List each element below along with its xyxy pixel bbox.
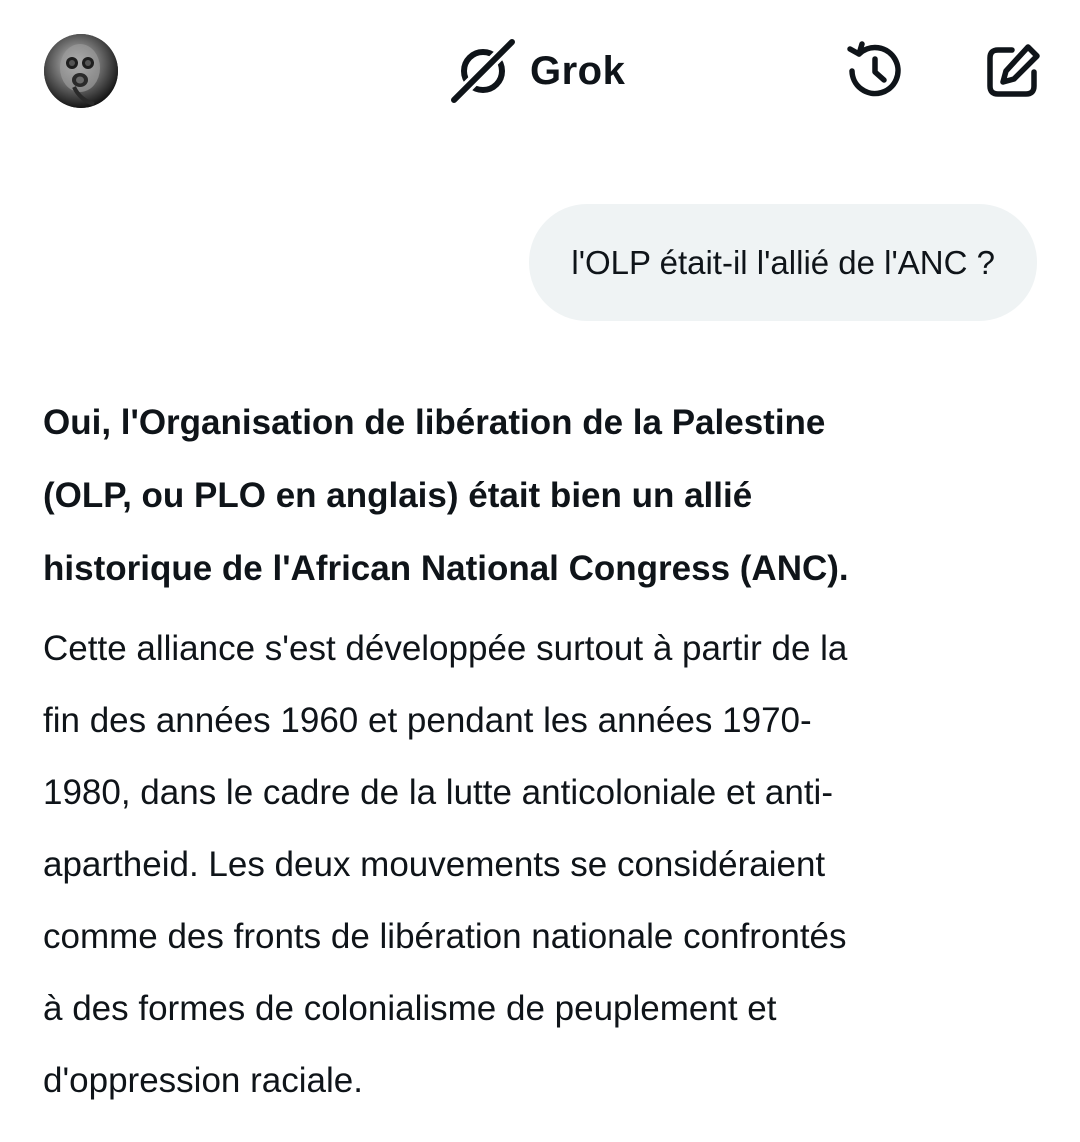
user-message-text: l'OLP était-il l'allié de l'ANC ?: [571, 243, 995, 281]
reply-body-line: Cette alliance s'est développée surtout …: [43, 629, 848, 668]
reply-body-line: d'oppression raciale.: [43, 1061, 363, 1100]
reply-body-line: apartheid. Les deux mouvements se consid…: [43, 845, 826, 884]
history-button[interactable]: [844, 40, 906, 102]
reply-heading-line: (OLP, ou PLO en anglais) était bien un a…: [43, 476, 753, 515]
grok-chat-screen: Grok l'OLP était-il l'allié de l'ANC ? O…: [0, 0, 1080, 1142]
app-title: Grok: [530, 48, 626, 93]
top-bar: Grok: [0, 0, 1080, 145]
reply-body-line: 1980, dans le cadre de la lutte anticolo…: [43, 773, 833, 812]
reply-body-line: à des formes de colonialisme de peupleme…: [43, 989, 777, 1028]
reply-heading: Oui, l'Organisation de libération de la …: [43, 386, 1043, 605]
history-clock-icon: [847, 41, 901, 97]
user-avatar[interactable]: [44, 34, 118, 108]
reply-body-line: comme des fronts de libération nationale…: [43, 917, 847, 956]
assistant-reply: Oui, l'Organisation de libération de la …: [43, 386, 1043, 1117]
new-chat-button[interactable]: [982, 40, 1044, 102]
user-message-bubble[interactable]: l'OLP était-il l'allié de l'ANC ?: [529, 204, 1037, 321]
edit-square-icon: [987, 44, 1040, 97]
reply-paragraph: Cette alliance s'est développée surtout …: [43, 613, 1043, 1117]
gas-mask-avatar-icon: [44, 34, 118, 108]
reply-body-line: fin des années 1960 et pendant les année…: [43, 701, 812, 740]
reply-heading-line: Oui, l'Organisation de libération de la …: [43, 403, 826, 442]
grok-logo-icon: [448, 38, 518, 104]
reply-heading-line: historique de l'African National Congres…: [43, 549, 849, 588]
app-brand: Grok: [448, 38, 625, 104]
